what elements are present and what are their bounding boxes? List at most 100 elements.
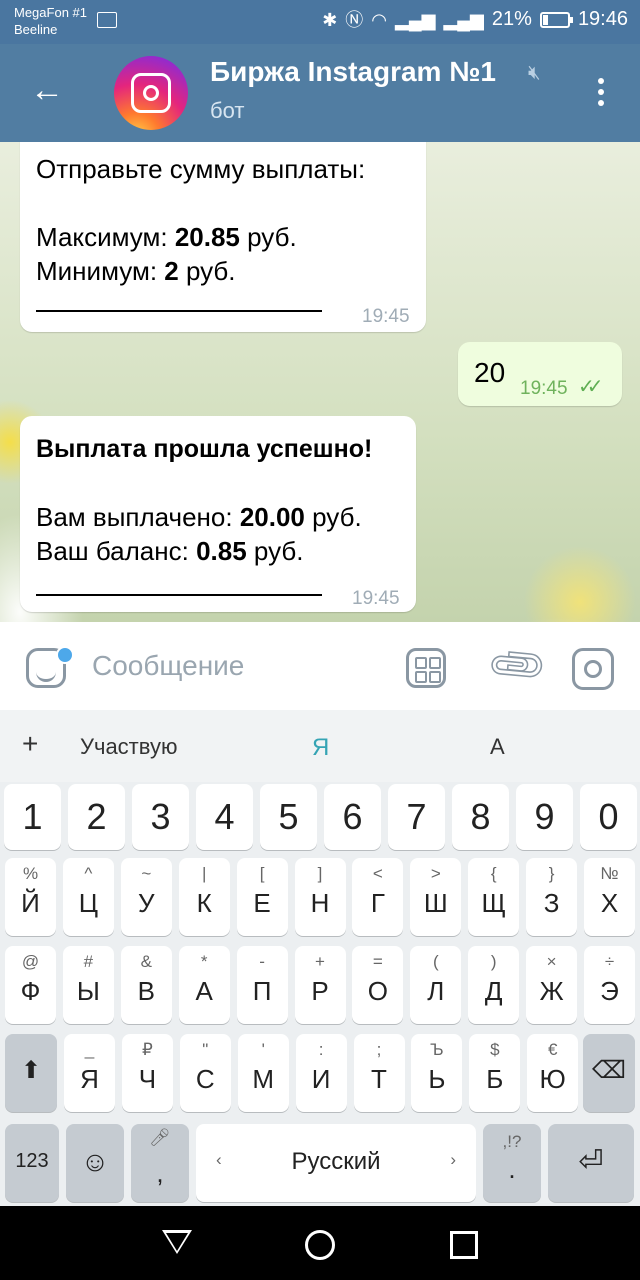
message-text: 20 — [474, 357, 506, 388]
key-Ю[interactable]: € Ю — [527, 1034, 579, 1112]
keyboard: + Участвую Я А 123 ☺ 🎤︎ , ‹ Русский › ,!… — [0, 710, 640, 1206]
numbers-mode-key[interactable]: 123 — [5, 1124, 59, 1202]
nfc-icon: Ⓝ — [345, 9, 364, 30]
back-arrow-icon[interactable]: ← — [30, 70, 64, 110]
backspace-key[interactable]: ⌫ — [583, 1034, 635, 1112]
mic-icon: 🎤︎ — [149, 1128, 171, 1147]
space-key[interactable]: ‹ Русский › — [196, 1124, 476, 1202]
period-key[interactable]: ,!? . — [483, 1124, 541, 1202]
comma-key[interactable]: 🎤︎ , — [131, 1124, 189, 1202]
key-8[interactable]: 8 — [452, 784, 509, 850]
key-Р[interactable]: + Р — [294, 946, 346, 1024]
key-А[interactable]: * А — [178, 946, 230, 1024]
message-time: 19:45 — [520, 378, 568, 399]
key-Ь[interactable]: ЪЬ — [411, 1034, 463, 1112]
wifi-icon: ◠ — [371, 9, 387, 30]
divider-line — [36, 594, 322, 596]
emoji-key[interactable]: ☺ — [66, 1124, 124, 1202]
key-Х[interactable]: № Х — [584, 858, 635, 936]
key-М[interactable]: ' М — [237, 1034, 289, 1112]
chat-title[interactable]: Биржа Instagram №1 — [210, 56, 496, 88]
message-bubble-incoming[interactable]: Выплата прошла успешно! Вам выплачено: 2… — [20, 416, 416, 612]
notification-dot — [56, 646, 74, 664]
suggestion-3[interactable]: А — [490, 734, 505, 760]
key-Ж[interactable]: × Ж — [526, 946, 578, 1024]
message-input-bar: Сообщение 📎︎ — [0, 622, 640, 710]
attach-icon[interactable]: 📎︎ — [483, 631, 552, 700]
shift-key[interactable]: ⬆ — [5, 1034, 57, 1112]
battery-percent: 21% — [491, 8, 532, 30]
carrier-1: MegaFon #1 — [14, 5, 87, 20]
key-Д[interactable]: ) Д — [468, 946, 520, 1024]
muted-icon: 🔇︎ — [528, 62, 541, 84]
key-Т[interactable]: ; Т — [353, 1034, 405, 1112]
chat-header: ← Биржа Instagram №1 🔇︎ бот — [0, 44, 640, 142]
more-menu-icon[interactable] — [598, 78, 604, 111]
key-2[interactable]: 2 — [68, 784, 125, 850]
key-Ф[interactable]: @ Ф — [5, 946, 56, 1024]
key-7[interactable]: 7 — [388, 784, 445, 850]
nav-back-icon[interactable] — [162, 1230, 192, 1254]
divider-line — [36, 310, 322, 312]
backspace-icon: ⌫ — [592, 1057, 626, 1084]
shift-icon: ⬆ — [20, 1057, 42, 1084]
suggestion-1[interactable]: Участвую — [80, 734, 177, 760]
message-input[interactable]: Сообщение — [92, 650, 244, 682]
enter-key[interactable]: ⏎ — [548, 1124, 634, 1202]
key-Л[interactable]: (Л — [410, 946, 462, 1024]
key-1[interactable]: 1 — [4, 784, 61, 850]
bluetooth-icon: ✱ — [322, 9, 338, 30]
key-О[interactable]: = О — [352, 946, 404, 1024]
key-Б[interactable]: $ Б — [469, 1034, 521, 1112]
message-time: 19:45 — [352, 588, 400, 609]
key-Я[interactable]: _ Я — [64, 1034, 115, 1112]
key-6[interactable]: 6 — [324, 784, 381, 850]
suggestion-plus[interactable]: + — [22, 728, 38, 760]
key-Ш[interactable]: > Ш — [410, 858, 462, 936]
key-5[interactable]: 5 — [260, 784, 317, 850]
key-Г[interactable]: < Г — [352, 858, 404, 936]
key-Е[interactable]: [Е — [236, 858, 288, 936]
key-Э[interactable]: ÷ Э — [584, 946, 635, 1024]
message-text: Отправьте сумму выплаты: — [36, 154, 366, 184]
chat-subtitle: бот — [210, 98, 245, 123]
key-П[interactable]: -П — [236, 946, 288, 1024]
key-3[interactable]: 3 — [132, 784, 189, 850]
avatar[interactable] — [114, 56, 188, 130]
key-Ч[interactable]: ₽ Ч — [121, 1034, 173, 1112]
message-min: Минимум: 2 руб. — [36, 256, 236, 286]
key-И[interactable]: :И — [295, 1034, 347, 1112]
key-Щ[interactable]: {Щ — [468, 858, 520, 936]
suggestion-bar: + Участвую Я А — [0, 710, 640, 782]
key-Ц[interactable]: ^ Ц — [62, 858, 114, 936]
status-icons: ✱ Ⓝ ◠ ▂▄▆ ▂▄▆ 21% 19:46 — [322, 8, 628, 31]
key-З[interactable]: } З — [526, 858, 578, 936]
nav-recents-icon[interactable] — [450, 1231, 478, 1259]
camera-lens-icon — [143, 85, 159, 101]
key-Ы[interactable]: # Ы — [62, 946, 114, 1024]
message-time: 19:45 — [362, 306, 410, 327]
activity-icon — [97, 12, 117, 28]
carrier-names: MegaFon #1 Beeline — [14, 4, 87, 38]
bot-keyboard-icon[interactable] — [406, 648, 446, 688]
suggestion-2[interactable]: Я — [312, 734, 329, 762]
key-4[interactable]: 4 — [196, 784, 253, 850]
key-9[interactable]: 9 — [516, 784, 573, 850]
key-С[interactable]: " С — [179, 1034, 231, 1112]
carrier-2: Beeline — [14, 22, 58, 37]
nav-home-icon[interactable] — [305, 1230, 335, 1260]
message-bubble-incoming[interactable]: Отправьте сумму выплаты: Максимум: 20.85… — [20, 142, 426, 332]
camera-icon[interactable] — [572, 648, 614, 690]
key-У[interactable]: ~ У — [120, 858, 172, 936]
message-paid: Вам выплачено: 20.00 руб. — [36, 502, 362, 532]
key-Н[interactable]: ] Н — [294, 858, 346, 936]
message-max: Максимум: 20.85 руб. — [36, 222, 297, 252]
message-title: Выплата прошла успешно! — [36, 435, 373, 463]
battery-icon — [539, 11, 573, 28]
key-К[interactable]: | К — [178, 858, 230, 936]
message-bubble-outgoing[interactable]: 20 19:45 ✓✓ — [458, 342, 622, 406]
chat-area[interactable]: Отправьте сумму выплаты: Максимум: 20.85… — [0, 142, 640, 622]
key-0[interactable]: 0 — [580, 784, 637, 850]
key-Й[interactable]: % Й — [5, 858, 56, 936]
key-В[interactable]: & В — [120, 946, 172, 1024]
